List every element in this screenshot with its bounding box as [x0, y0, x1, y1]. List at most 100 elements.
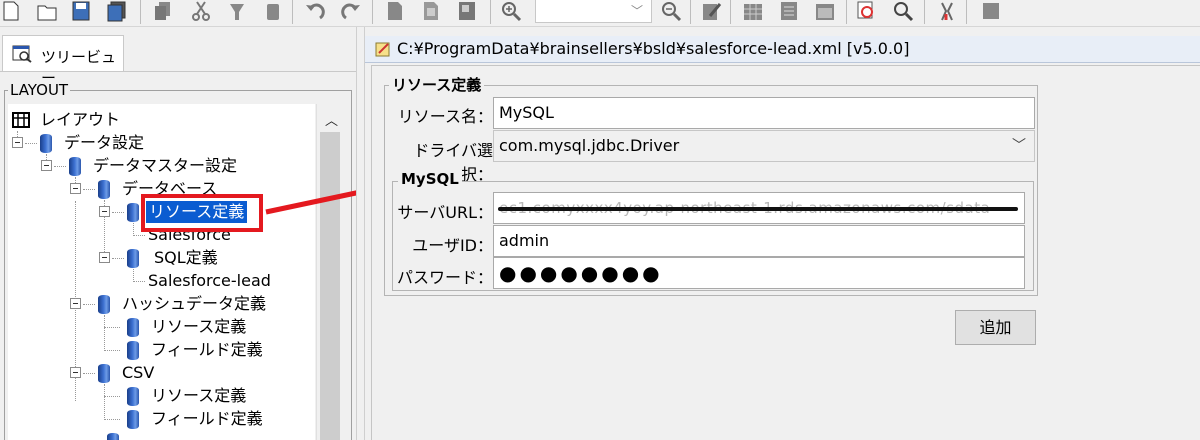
resource-name-field[interactable]: MySQL — [493, 97, 1035, 129]
tree-label: Salesforce-lead — [148, 271, 271, 290]
redaction-scribble — [498, 207, 1018, 211]
collapse-toggle-icon[interactable] — [70, 367, 81, 378]
chevron-down-icon: ﹀ — [1012, 138, 1026, 154]
database-icon — [127, 387, 139, 406]
tree-label: フィールド定義 — [151, 409, 263, 428]
tree-line — [133, 235, 145, 236]
document-icon[interactable] — [384, 0, 406, 22]
scroll-up-icon[interactable]: ︿ — [325, 110, 338, 129]
layout-legend: LAYOUT — [8, 81, 71, 99]
undo-icon[interactable] — [304, 0, 326, 22]
edit-icon[interactable] — [700, 0, 722, 22]
tree-view-icon — [12, 45, 32, 63]
toolbar-separator — [490, 0, 491, 24]
database-icon — [69, 157, 81, 176]
tree-line — [112, 258, 124, 259]
save-icon[interactable] — [70, 0, 92, 22]
collapse-toggle-icon[interactable] — [99, 252, 110, 263]
database-icon — [40, 134, 52, 153]
collapse-toggle-icon[interactable] — [99, 206, 110, 217]
tree-line — [104, 350, 120, 351]
collapse-toggle-icon[interactable] — [70, 183, 81, 194]
inspect-icon[interactable] — [856, 0, 878, 22]
database-icon — [98, 180, 110, 199]
delete-icon[interactable] — [262, 0, 284, 22]
toolbar-separator — [292, 0, 293, 24]
document-export-icon[interactable] — [456, 0, 478, 22]
cut-icon[interactable] — [190, 0, 212, 22]
new-icon[interactable] — [0, 0, 22, 22]
tree-label: SQL定義 — [154, 248, 218, 267]
tree-label: リソース定義 — [151, 317, 247, 336]
collapse-toggle-icon[interactable] — [41, 160, 52, 171]
tree-label: リソース定義 — [151, 386, 247, 405]
open-folder-icon[interactable] — [36, 0, 58, 22]
add-button[interactable]: 追加 — [955, 310, 1036, 345]
paste-icon[interactable] — [226, 0, 248, 22]
mysql-legend: MySQL — [398, 170, 462, 188]
search-icon[interactable] — [892, 0, 914, 22]
app-window: ﹀ ツリービュー LAYOUT レイアウト データ設定 データマスター設定 デー… — [0, 0, 1200, 440]
tree-label: CSV — [122, 363, 155, 382]
pane-splitter[interactable] — [356, 27, 365, 440]
driver-select[interactable]: com.mysql.jdbc.Driver ﹀ — [493, 130, 1035, 162]
toolbar-separator — [140, 0, 141, 24]
layout-tree: レイアウト データ設定 データマスター設定 データベース リソース定義 Sale… — [8, 104, 315, 440]
copy-icon[interactable] — [152, 0, 174, 22]
toolbar-separator — [924, 0, 925, 24]
password-value: ●●●●●●●● — [499, 261, 663, 285]
tree-line — [133, 281, 145, 282]
file-path-title: C:¥ProgramData¥brainsellers¥bsld¥salesfo… — [397, 39, 910, 58]
database-icon — [127, 318, 139, 337]
debug-icon[interactable] — [936, 0, 958, 22]
password-label: パスワード： — [396, 268, 493, 287]
save-all-icon[interactable] — [106, 0, 128, 22]
zoom-in-icon[interactable] — [500, 0, 522, 22]
redo-icon[interactable] — [340, 0, 362, 22]
database-icon — [98, 364, 110, 383]
tree-line — [112, 212, 124, 213]
tree-line — [133, 269, 134, 280]
user-id-field[interactable]: admin — [493, 225, 1025, 257]
driver-value: com.mysql.jdbc.Driver — [499, 136, 680, 155]
editor-pane: C:¥ProgramData¥brainsellers¥bsld¥salesfo… — [365, 27, 1200, 440]
tree-label: データマスター設定 — [93, 156, 238, 175]
tab-divider — [0, 71, 356, 72]
tree-line — [83, 304, 95, 305]
database-icon — [127, 203, 139, 222]
toolbar-separator — [730, 0, 731, 24]
annotation-highlight-box — [141, 194, 263, 232]
edit-file-icon — [375, 42, 390, 57]
tree-line — [83, 189, 95, 190]
layout-icon — [12, 112, 30, 128]
database-icon — [98, 295, 110, 314]
password-field[interactable]: ●●●●●●●● — [493, 257, 1025, 289]
tree-line — [104, 315, 105, 349]
tab-tree-view[interactable]: ツリービュー — [2, 35, 124, 87]
database-icon — [127, 410, 139, 429]
collapse-toggle-icon[interactable] — [12, 137, 23, 148]
tree-line — [104, 384, 105, 418]
document-copy-icon[interactable] — [420, 0, 442, 22]
left-pane: ツリービュー LAYOUT レイアウト データ設定 データマスター設定 データベ… — [0, 27, 356, 440]
tree-line — [54, 166, 66, 167]
zoom-combo[interactable]: ﹀ — [535, 0, 652, 23]
toolbar-separator — [690, 0, 691, 24]
server-url-label: サーバURL： — [397, 203, 493, 222]
collapse-toggle-icon[interactable] — [70, 298, 81, 309]
tree-line — [104, 419, 120, 420]
chevron-down-icon: ﹀ — [630, 4, 643, 18]
server-url-field[interactable]: ec1.comyxxxx4yoy.ap-northeast-1.rds.amaz… — [493, 192, 1025, 224]
window-icon[interactable] — [814, 0, 836, 22]
tree-label: データ設定 — [64, 133, 145, 152]
editor-title-bar: C:¥ProgramData¥brainsellers¥bsld¥salesfo… — [365, 36, 1200, 63]
database-icon — [127, 249, 139, 268]
stop-icon[interactable] — [980, 0, 1002, 22]
tree-label: ハッシュデータ定義 — [122, 294, 267, 313]
grid-icon[interactable] — [742, 0, 764, 22]
tree-line — [104, 327, 120, 328]
tree-scrollbar[interactable]: ︿ — [316, 104, 343, 440]
zoom-out-icon[interactable] — [660, 0, 682, 22]
toolbar-separator — [846, 0, 847, 24]
table-icon[interactable] — [778, 0, 800, 22]
